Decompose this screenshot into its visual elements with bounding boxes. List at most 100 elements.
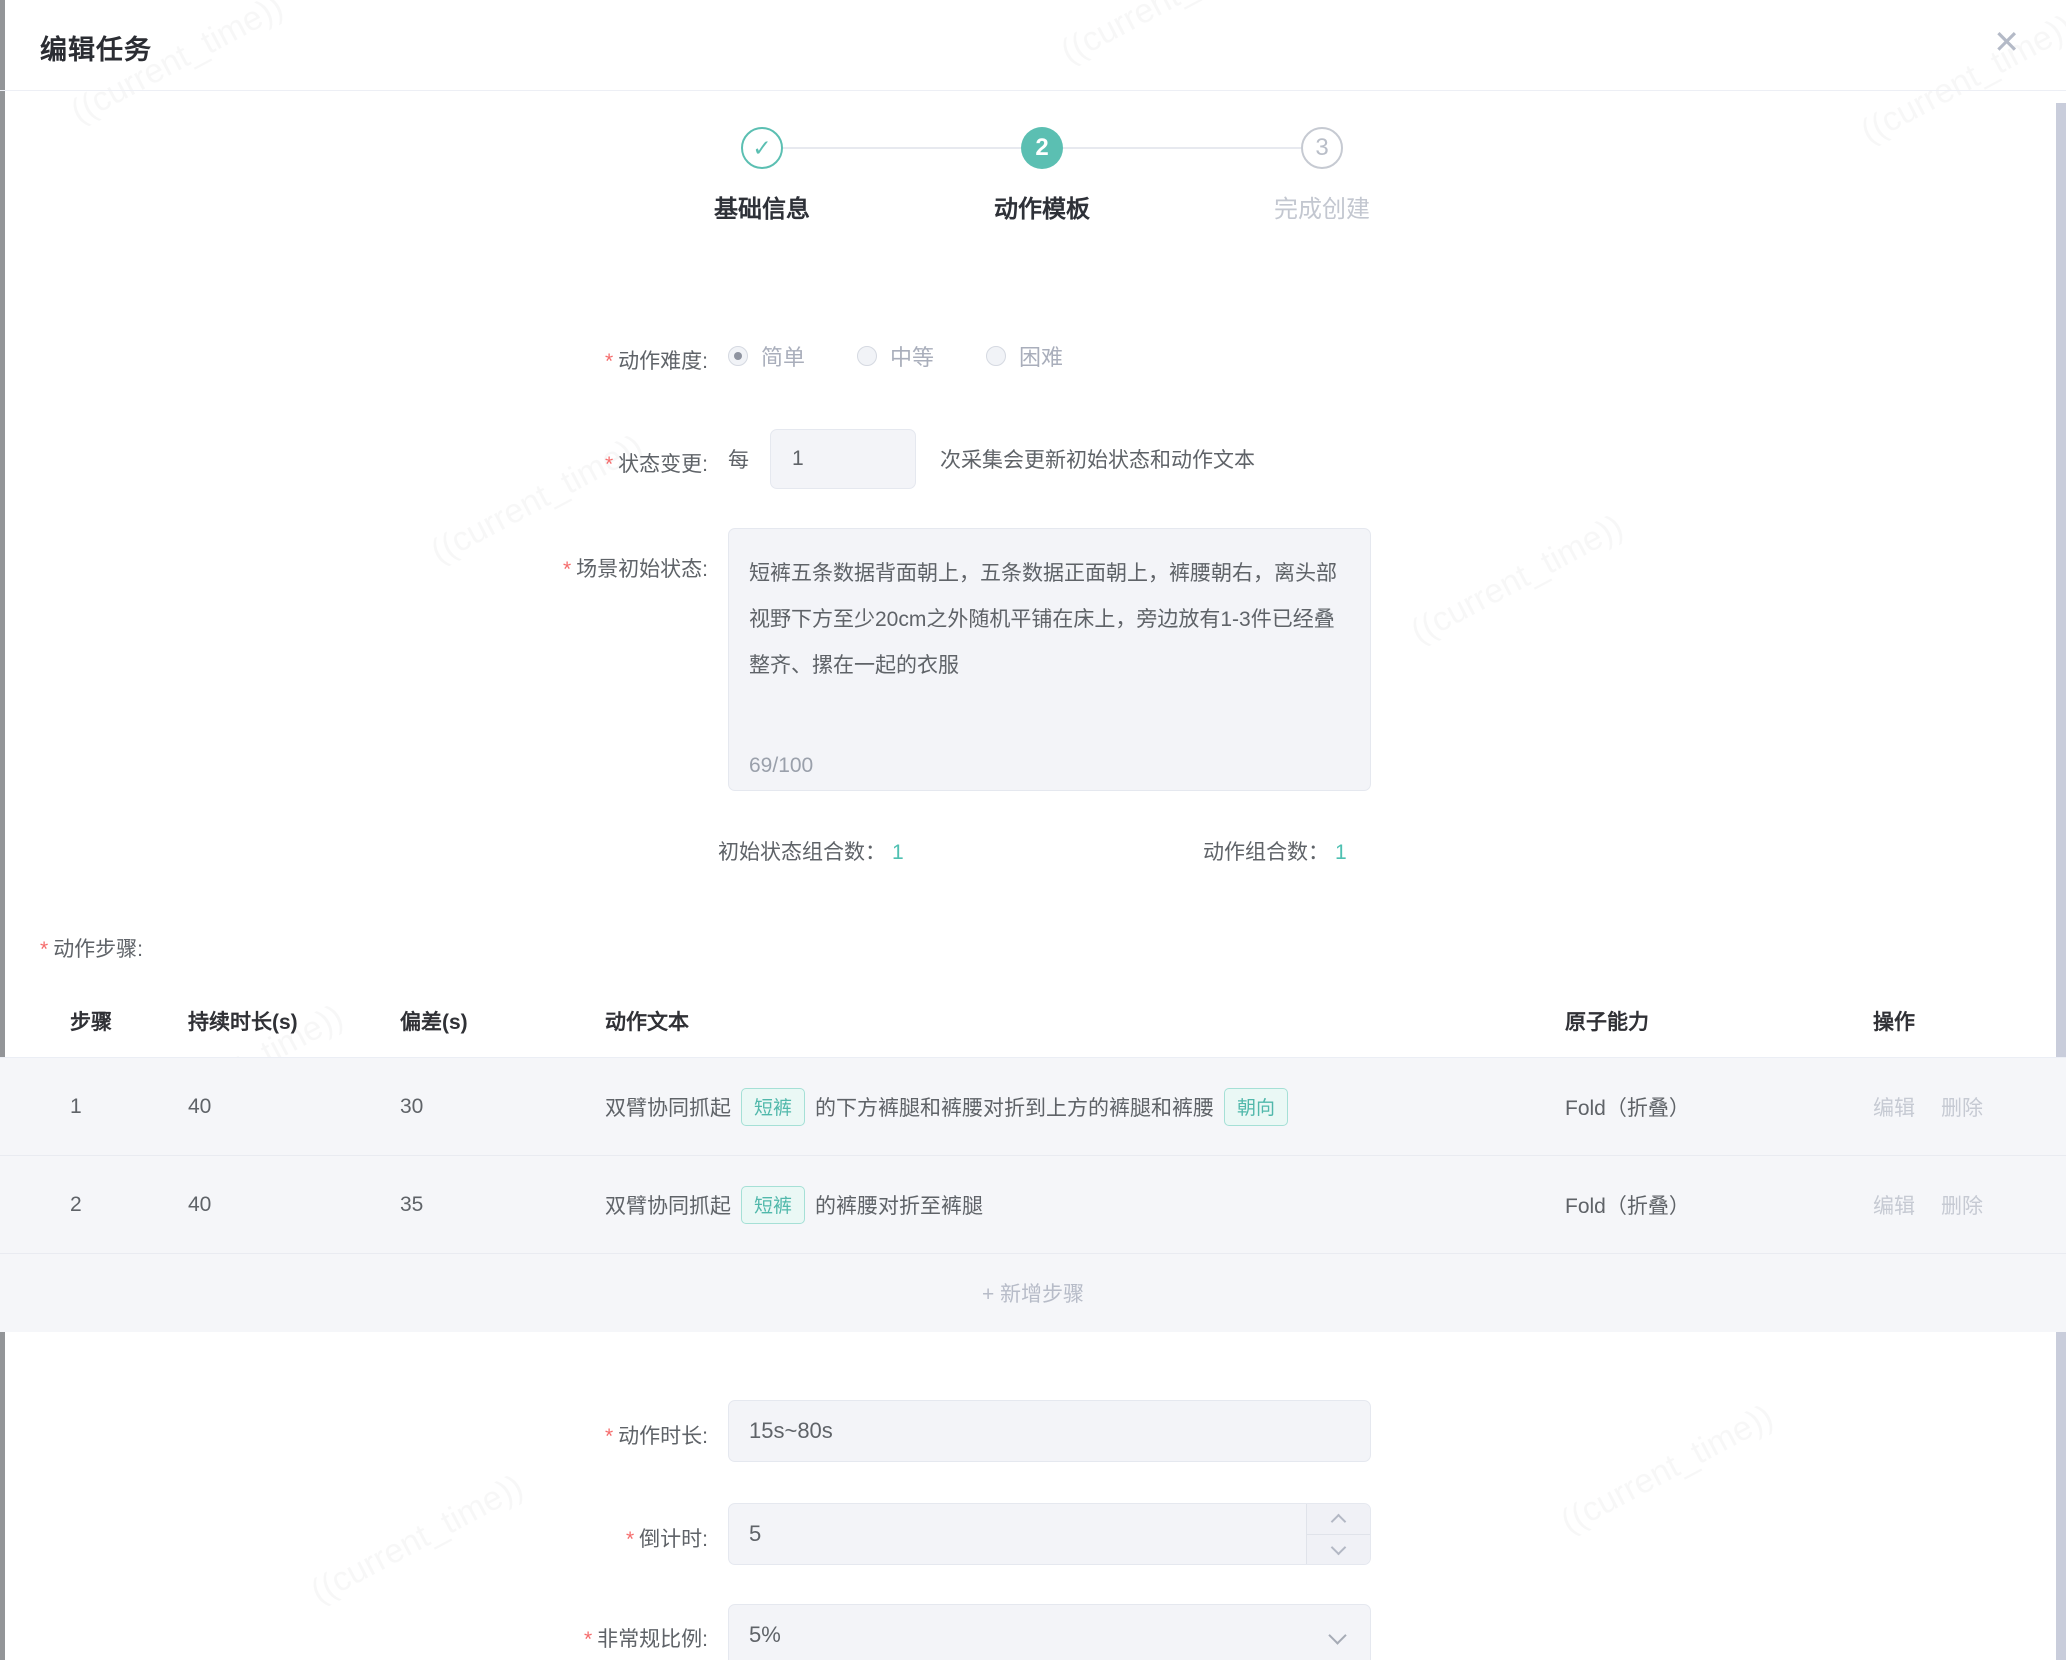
required-asterisk: *	[605, 1425, 613, 1448]
cell-operations: 编辑 删除	[1873, 1190, 2066, 1220]
cell-step: 1	[70, 1095, 188, 1119]
step-number: 2	[1021, 127, 1063, 169]
radio-simple[interactable]: 简单	[728, 340, 805, 372]
delete-link[interactable]: 删除	[1941, 1190, 1983, 1220]
watermark-text: ((current_time))	[1405, 507, 1630, 651]
cell-atomic-ability: Fold（折叠）	[1565, 1190, 1873, 1220]
col-header-step: 步骤	[70, 1006, 188, 1036]
cell-deviation: 30	[400, 1095, 605, 1119]
dialog-title: 编辑任务	[40, 28, 152, 67]
radio-label: 困难	[1019, 340, 1063, 372]
action-steps-table: 步骤 持续时长(s) 偏差(s) 动作文本 原子能力 操作 1 40 30 双臂…	[0, 985, 2066, 1332]
char-counter: 69/100	[749, 754, 813, 778]
edit-link[interactable]: 编辑	[1873, 1190, 1915, 1220]
state-change-label: *状态变更:	[468, 448, 708, 478]
object-tag[interactable]: 短裤	[741, 1186, 805, 1224]
col-header-action-text: 动作文本	[605, 1006, 1565, 1036]
delete-link[interactable]: 删除	[1941, 1092, 1983, 1122]
radio-medium[interactable]: 中等	[857, 340, 934, 372]
required-asterisk: *	[605, 453, 613, 476]
initial-combo-count: 初始状态组合数：1	[718, 836, 904, 866]
state-change-prefix: 每	[728, 444, 749, 474]
initial-state-textarea-wrap: 短裤五条数据背面朝上，五条数据正面朝上，裤腰朝右，离头部视野下方至少20cm之外…	[728, 528, 1371, 791]
step-basic-info[interactable]: ✓ 基础信息	[741, 127, 783, 169]
radio-circle-icon	[857, 346, 877, 366]
duration-input[interactable]	[749, 1418, 1149, 1444]
cell-atomic-ability: Fold（折叠）	[1565, 1092, 1873, 1122]
step-label: 基础信息	[714, 189, 810, 224]
action-text-part: 双臂协同抓起	[605, 1092, 731, 1122]
duration-field	[728, 1400, 1371, 1462]
vertical-scrollbar[interactable]	[2056, 103, 2066, 1660]
cell-action-text: 双臂协同抓起 短裤 的下方裤腿和裤腰对折到上方的裤腿和裤腰 朝向	[605, 1088, 1565, 1126]
unusual-ratio-label: *非常规比例:	[468, 1623, 708, 1653]
action-steps-label: *动作步骤:	[40, 933, 143, 963]
action-text-part: 双臂协同抓起	[605, 1190, 731, 1220]
step-connector	[1063, 147, 1301, 149]
required-asterisk: *	[40, 938, 48, 961]
edit-link[interactable]: 编辑	[1873, 1092, 1915, 1122]
unusual-ratio-select[interactable]: 5%	[728, 1604, 1371, 1660]
required-asterisk: *	[626, 1528, 634, 1551]
cell-operations: 编辑 删除	[1873, 1092, 2066, 1122]
cell-duration: 40	[188, 1095, 400, 1119]
action-text-part: 的裤腰对折至裤腿	[815, 1190, 983, 1220]
col-header-atomic-ability: 原子能力	[1565, 1006, 1873, 1036]
number-spinner	[1306, 1504, 1370, 1564]
step-number: 3	[1301, 127, 1343, 169]
spinner-decrease-button[interactable]	[1307, 1535, 1370, 1565]
initial-state-textarea[interactable]: 短裤五条数据背面朝上，五条数据正面朝上，裤腰朝右，离头部视野下方至少20cm之外…	[749, 551, 1350, 740]
countdown-label: *倒计时:	[468, 1523, 708, 1553]
stepper: ✓ 基础信息 2 动作模板 3 完成创建	[741, 127, 1343, 169]
required-asterisk: *	[605, 350, 613, 373]
radio-label: 简单	[761, 340, 805, 372]
edit-task-dialog: ((current_time)) ((current_time)) ((curr…	[0, 0, 2066, 1660]
difficulty-label: *动作难度:	[468, 345, 708, 375]
add-step-button[interactable]: + 新增步骤	[0, 1254, 2066, 1332]
col-header-duration: 持续时长(s)	[188, 1006, 400, 1036]
cell-step: 2	[70, 1193, 188, 1217]
chevron-down-icon	[1331, 1539, 1347, 1555]
required-asterisk: *	[563, 558, 571, 581]
radio-circle-icon	[728, 346, 748, 366]
step-label: 动作模板	[994, 189, 1090, 224]
object-tag[interactable]: 短裤	[741, 1088, 805, 1126]
spinner-increase-button[interactable]	[1307, 1504, 1370, 1535]
state-change-row: 每 次采集会更新初始状态和动作文本	[728, 429, 1255, 489]
state-change-suffix: 次采集会更新初始状态和动作文本	[940, 444, 1255, 474]
background-page-edge	[0, 0, 5, 1660]
countdown-field	[728, 1503, 1371, 1565]
action-combo-count: 动作组合数：1	[1203, 836, 1347, 866]
step-label: 完成创建	[1274, 189, 1370, 224]
initial-combo-value: 1	[892, 841, 904, 864]
cell-action-text: 双臂协同抓起 短裤 的裤腰对折至裤腿	[605, 1186, 1565, 1224]
countdown-input[interactable]	[749, 1521, 1149, 1547]
duration-label: *动作时长:	[468, 1420, 708, 1450]
required-asterisk: *	[584, 1628, 592, 1651]
table-header-row: 步骤 持续时长(s) 偏差(s) 动作文本 原子能力 操作	[0, 985, 2066, 1058]
watermark-text: ((current_time))	[1555, 1397, 1780, 1541]
check-icon: ✓	[752, 135, 771, 162]
action-text-part: 的下方裤腿和裤腰对折到上方的裤腿和裤腰	[815, 1092, 1214, 1122]
close-icon[interactable]: ✕	[1993, 26, 2020, 58]
step-complete-creation[interactable]: 3 完成创建	[1301, 127, 1343, 169]
action-combo-value: 1	[1335, 841, 1347, 864]
col-header-operations: 操作	[1873, 1006, 2066, 1036]
chevron-up-icon	[1331, 1513, 1347, 1529]
state-change-input[interactable]	[770, 429, 916, 489]
orientation-tag[interactable]: 朝向	[1224, 1088, 1288, 1126]
radio-label: 中等	[890, 340, 934, 372]
initial-state-label: *场景初始状态:	[468, 553, 708, 583]
cell-duration: 40	[188, 1193, 400, 1217]
dialog-header: 编辑任务 ✕	[0, 0, 2066, 91]
cell-deviation: 35	[400, 1193, 605, 1217]
col-header-deviation: 偏差(s)	[400, 1006, 605, 1036]
step-connector	[783, 147, 1021, 149]
difficulty-radio-group: 简单 中等 困难	[728, 336, 1063, 376]
radio-hard[interactable]: 困难	[986, 340, 1063, 372]
table-row: 1 40 30 双臂协同抓起 短裤 的下方裤腿和裤腰对折到上方的裤腿和裤腰 朝向…	[0, 1058, 2066, 1156]
table-row: 2 40 35 双臂协同抓起 短裤 的裤腰对折至裤腿 Fold（折叠） 编辑 删…	[0, 1156, 2066, 1254]
step-action-template[interactable]: 2 动作模板	[1021, 127, 1063, 169]
chevron-down-icon	[1328, 1626, 1346, 1644]
select-value: 5%	[749, 1622, 781, 1648]
